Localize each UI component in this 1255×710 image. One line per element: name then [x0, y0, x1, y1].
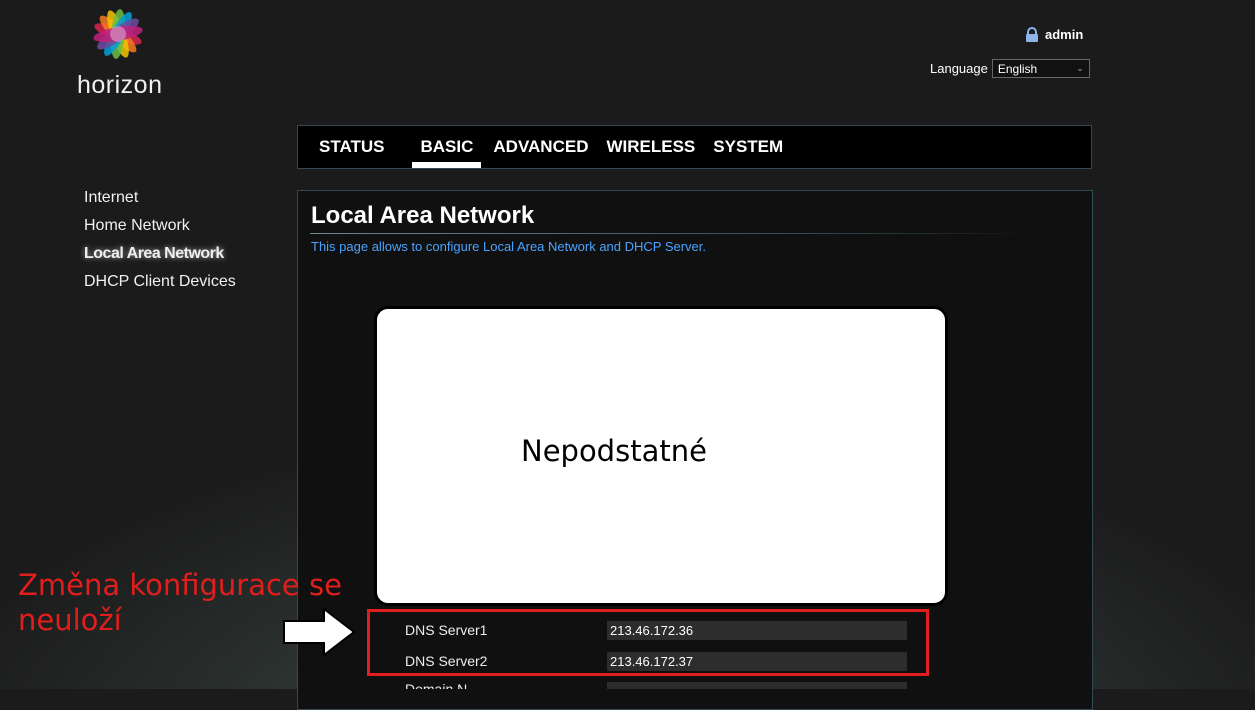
page-title: Local Area Network [311, 202, 535, 229]
username: admin [1045, 27, 1084, 42]
sidebar-item-internet[interactable]: Internet [84, 189, 236, 217]
brand-wordmark: horizon [77, 71, 163, 99]
language-value: English [997, 61, 1038, 76]
chevron-down-icon: ⌄ [1076, 63, 1084, 73]
user-menu[interactable]: admin [1025, 27, 1083, 42]
tab-system[interactable]: SYSTEM [705, 126, 793, 168]
sidebar-item-local-area-network[interactable]: Local Area Network [84, 245, 236, 273]
annotation-line-2: neuloží [18, 603, 122, 637]
domain-label-partial: Domain N [405, 681, 467, 689]
sidebar-item-home-network[interactable]: Home Network [84, 217, 236, 245]
sidebar-item-dhcp-client-devices[interactable]: DHCP Client Devices [84, 273, 236, 301]
tab-status[interactable]: STATUS [309, 126, 394, 168]
highlight-box [367, 609, 929, 676]
language-label: Language [930, 61, 988, 76]
tab-advanced[interactable]: ADVANCED [481, 126, 598, 168]
tab-wireless[interactable]: WIRELESS [598, 126, 705, 168]
annotation-text: Změna konfigurace se neuloží [18, 568, 342, 638]
redaction-text: Nepodstatné [521, 434, 707, 468]
language-selector: Language English ⌄ [930, 59, 1090, 78]
page-description: This page allows to configure Local Area… [311, 239, 707, 254]
main-nav: STATUS BASIC ADVANCED WIRELESS SYSTEM [297, 125, 1092, 169]
redaction-box: Nepodstatné [374, 306, 948, 606]
lock-icon [1026, 27, 1038, 42]
language-select[interactable]: English ⌄ [991, 59, 1090, 78]
domain-label-text: Domain N [405, 681, 468, 689]
tab-basic[interactable]: BASIC [412, 126, 482, 168]
title-divider [310, 233, 1030, 234]
sidebar: Internet Home Network Local Area Network… [84, 189, 236, 301]
annotation-line-1: Změna konfigurace se [18, 568, 342, 602]
domain-input-partial[interactable] [607, 682, 907, 689]
